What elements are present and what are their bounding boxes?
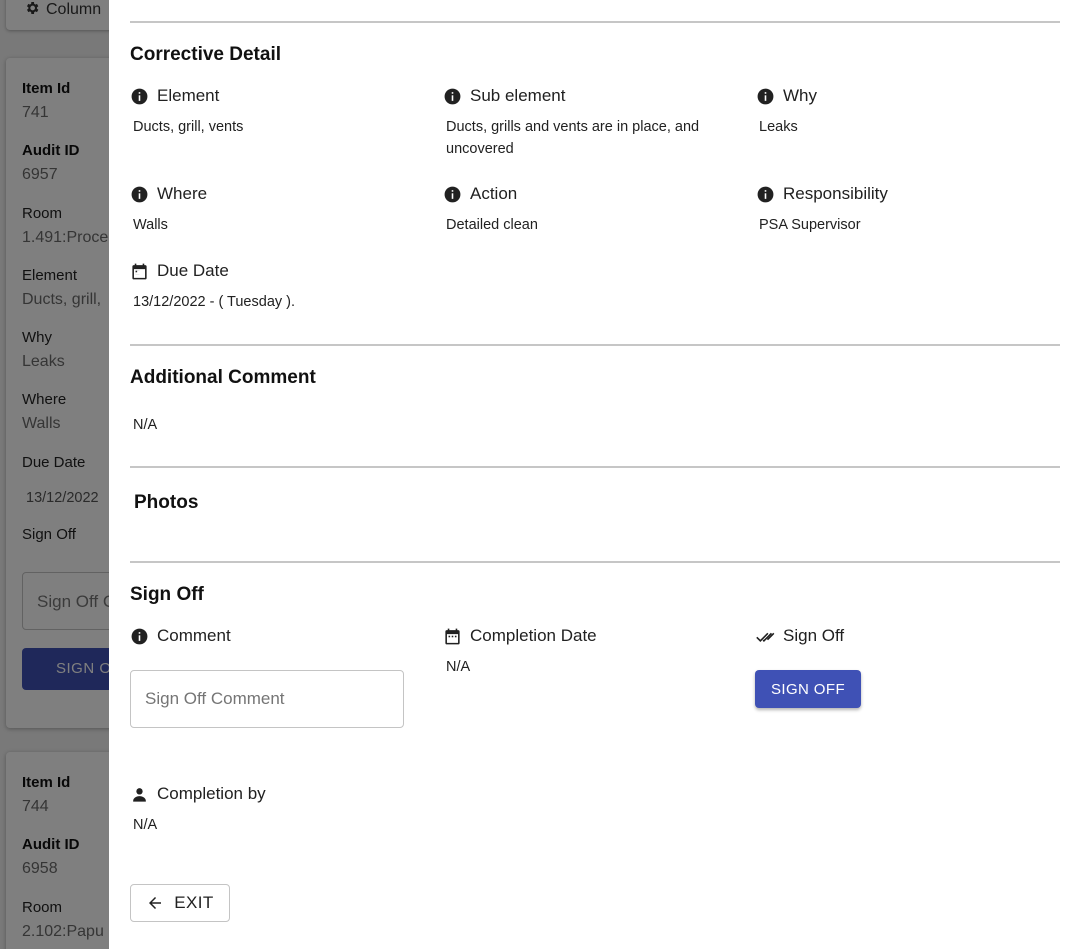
info-icon bbox=[131, 88, 148, 104]
sub-element-label: Sub element bbox=[470, 86, 566, 105]
info-icon bbox=[757, 88, 774, 104]
divider bbox=[130, 344, 1060, 346]
comment-label: Comment bbox=[157, 626, 231, 645]
where-field-label: Where bbox=[130, 184, 207, 204]
element-value: Ducts, grill, vents bbox=[133, 119, 244, 135]
info-icon bbox=[131, 628, 148, 644]
calendar-icon bbox=[132, 263, 147, 279]
completion-by-value: N/A bbox=[133, 817, 158, 833]
sign-off-comment-input[interactable] bbox=[130, 670, 404, 728]
completion-date-label: Completion Date bbox=[470, 626, 597, 645]
action-label: Action bbox=[470, 184, 518, 203]
corrective-detail-panel: Corrective Detail Element Ducts, grill, … bbox=[109, 0, 1080, 949]
exit-label: EXIT bbox=[174, 893, 214, 912]
completion-date-field-label: Completion Date bbox=[443, 626, 597, 646]
info-icon bbox=[444, 88, 461, 104]
where-label: Where bbox=[157, 184, 208, 203]
sign-off-label: Sign Off bbox=[783, 626, 845, 645]
double-check-icon bbox=[756, 632, 775, 642]
element-label: Element bbox=[157, 86, 220, 105]
additional-comment-title: Additional Comment bbox=[130, 367, 316, 388]
arrow-left-icon bbox=[149, 897, 162, 909]
sub-element-value: Ducts, grills and vents are in place, an… bbox=[446, 116, 699, 160]
comment-field-label: Comment bbox=[130, 626, 231, 646]
divider bbox=[130, 561, 1060, 563]
calendar-icon bbox=[445, 628, 460, 644]
completion-by-label: Completion by bbox=[157, 784, 266, 803]
why-value: Leaks bbox=[759, 119, 798, 135]
why-field-label: Why bbox=[756, 86, 817, 106]
info-icon bbox=[757, 186, 774, 202]
divider bbox=[130, 21, 1060, 23]
responsibility-label: Responsibility bbox=[783, 184, 888, 203]
due-date-field-label: Due Date bbox=[130, 261, 229, 281]
info-icon bbox=[444, 186, 461, 202]
completion-date-value: N/A bbox=[446, 659, 471, 675]
why-label: Why bbox=[783, 86, 817, 105]
person-icon bbox=[133, 787, 146, 802]
photos-title: Photos bbox=[134, 492, 199, 513]
corrective-detail-title: Corrective Detail bbox=[130, 44, 282, 65]
sub-element-value-line2: uncovered bbox=[446, 141, 514, 157]
action-value: Detailed clean bbox=[446, 217, 538, 233]
action-field-label: Action bbox=[443, 184, 517, 204]
sub-element-field-label: Sub element bbox=[443, 86, 565, 106]
due-date-value: 13/12/2022 - ( Tuesday ). bbox=[133, 294, 296, 310]
due-date-label: Due Date bbox=[157, 261, 229, 280]
completion-by-field-label: Completion by bbox=[130, 784, 266, 804]
where-value: Walls bbox=[133, 217, 168, 233]
sub-element-value-line1: Ducts, grills and vents are in place, an… bbox=[446, 119, 700, 135]
responsibility-field-label: Responsibility bbox=[756, 184, 888, 204]
sign-off-title: Sign Off bbox=[130, 584, 204, 605]
exit-button[interactable]: EXIT bbox=[130, 884, 230, 922]
sign-off-field-label: Sign Off bbox=[756, 626, 844, 646]
sign-off-button[interactable]: SIGN OFF bbox=[755, 670, 861, 708]
divider bbox=[130, 466, 1060, 468]
element-field-label: Element bbox=[130, 86, 219, 106]
responsibility-value: PSA Supervisor bbox=[759, 217, 861, 233]
info-icon bbox=[131, 186, 148, 202]
additional-comment-value: N/A bbox=[133, 417, 158, 433]
